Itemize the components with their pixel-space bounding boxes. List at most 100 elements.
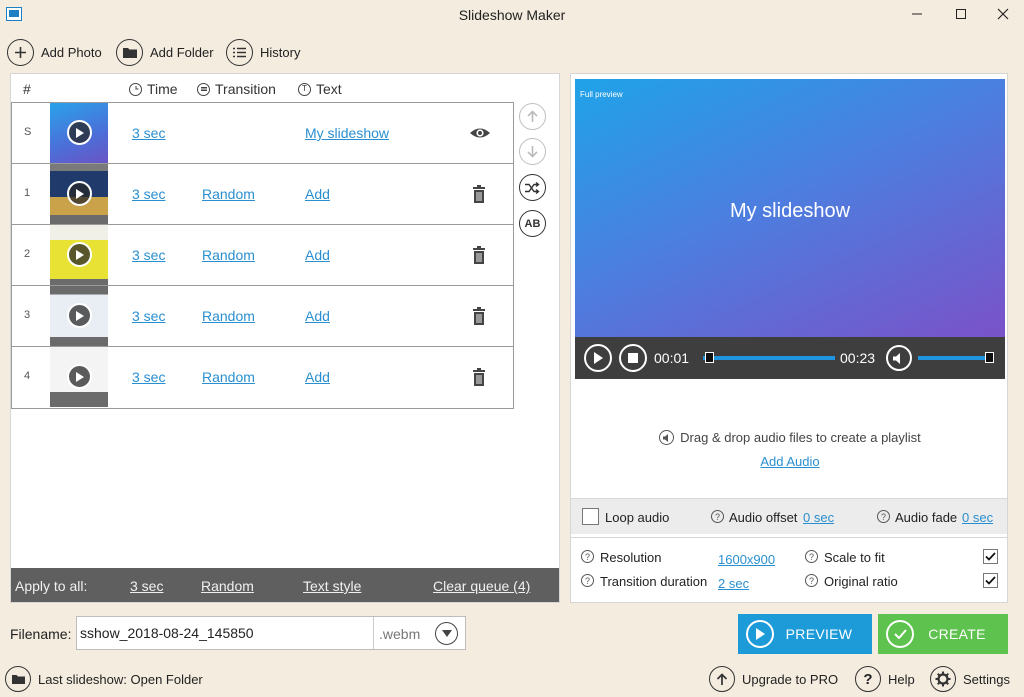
preview-canvas[interactable]: Full preview My slideshow [575, 79, 1005, 337]
speaker-icon [893, 352, 900, 364]
row-text-link[interactable]: Add [305, 369, 330, 385]
row-text-link[interactable]: Add [305, 186, 330, 202]
stop-button[interactable] [619, 344, 647, 372]
history-button[interactable]: History [226, 38, 300, 66]
add-folder-label: Add Folder [150, 44, 214, 60]
add-photo-button[interactable]: Add Photo [7, 38, 102, 66]
extension-dropdown-button[interactable] [435, 622, 458, 645]
filename-input[interactable]: sshow_2018-08-24_145850 [80, 625, 254, 641]
scale-to-fit-checkbox[interactable] [983, 549, 998, 564]
play-icon[interactable] [67, 120, 92, 145]
help-icon[interactable]: ? [711, 510, 724, 523]
eye-icon[interactable] [469, 123, 490, 143]
table-row[interactable]: 4 3 sec Random Add [12, 347, 513, 408]
row-transition-link[interactable]: Random [202, 308, 255, 324]
audio-fade-link[interactable]: 0 sec [962, 510, 993, 525]
apply-text-style-link[interactable]: Text style [303, 578, 361, 594]
add-audio-link[interactable]: Add Audio [575, 454, 1005, 469]
row-text-link[interactable]: My slideshow [305, 125, 389, 141]
play-icon[interactable] [67, 303, 92, 328]
help-icon[interactable]: ? [805, 574, 818, 587]
last-slideshow-link[interactable]: Last slideshow: Open Folder [5, 666, 203, 692]
arrow-up-icon [709, 666, 735, 692]
folder-icon [116, 38, 143, 66]
volume-slider[interactable] [918, 356, 990, 360]
slide-thumbnail[interactable] [50, 164, 108, 224]
slides-table: S 3 sec My slideshow 1 3 sec Random Add [11, 102, 514, 409]
column-text: T Text [298, 81, 342, 97]
help-icon[interactable]: ? [581, 550, 594, 563]
seek-handle[interactable] [704, 352, 714, 363]
shuffle-button[interactable] [519, 174, 546, 201]
volume-handle[interactable] [985, 352, 994, 363]
row-time-link[interactable]: 3 sec [132, 308, 165, 324]
close-button[interactable] [989, 4, 1017, 24]
create-button[interactable]: CREATE [878, 614, 1008, 654]
extension-select[interactable]: .webm [379, 626, 420, 642]
transition-duration-link[interactable]: 2 sec [718, 576, 749, 591]
audio-offset-link[interactable]: 0 sec [803, 510, 834, 525]
column-text-label: Text [316, 81, 342, 97]
help-button[interactable]: ? Help [855, 666, 915, 692]
close-icon [997, 8, 1009, 20]
audio-drop-area[interactable]: Drag & drop audio files to create a play… [575, 384, 1005, 498]
row-transition-link[interactable]: Random [202, 369, 255, 385]
row-text-link[interactable]: Add [305, 247, 330, 263]
help-icon[interactable]: ? [877, 510, 890, 523]
row-time-link[interactable]: 3 sec [132, 247, 165, 263]
trash-icon[interactable] [469, 245, 489, 265]
original-ratio-checkbox[interactable] [983, 573, 998, 588]
slide-thumbnail[interactable] [50, 347, 108, 407]
row-transition-link[interactable]: Random [202, 186, 255, 202]
slide-thumbnail[interactable] [50, 225, 108, 285]
upgrade-button[interactable]: Upgrade to PRO [709, 666, 838, 692]
apply-to-all-bar: Apply to all: 3 sec Random Text style Cl… [11, 568, 559, 602]
clear-queue-link[interactable]: Clear queue (4) [433, 578, 530, 594]
loop-audio-checkbox[interactable] [582, 508, 599, 525]
row-index: 3 [24, 309, 31, 321]
text-style-button[interactable]: AB [519, 210, 546, 237]
row-time-link[interactable]: 3 sec [132, 369, 165, 385]
add-folder-button[interactable]: Add Folder [116, 38, 214, 66]
question-icon: ? [855, 666, 881, 692]
slide-thumbnail[interactable] [50, 103, 108, 163]
row-text-link[interactable]: Add [305, 308, 330, 324]
row-time-link[interactable]: 3 sec [132, 125, 165, 141]
table-row[interactable]: 1 3 sec Random Add [12, 164, 513, 225]
help-icon[interactable]: ? [581, 574, 594, 587]
play-button[interactable] [584, 344, 612, 372]
table-row[interactable]: 3 3 sec Random Add [12, 286, 513, 347]
table-row[interactable]: S 3 sec My slideshow [12, 103, 513, 164]
trash-icon[interactable] [469, 367, 489, 387]
help-icon[interactable]: ? [805, 550, 818, 563]
row-time-link[interactable]: 3 sec [132, 186, 165, 202]
preview-button[interactable]: PREVIEW [738, 614, 872, 654]
column-index: # [23, 81, 31, 97]
resolution-link[interactable]: 1600x900 [718, 552, 775, 567]
play-icon[interactable] [67, 364, 92, 389]
table-row[interactable]: 2 3 sec Random Add [12, 225, 513, 286]
maximize-button[interactable] [947, 4, 975, 24]
play-icon[interactable] [67, 181, 92, 206]
trash-icon[interactable] [469, 184, 489, 204]
apply-time-link[interactable]: 3 sec [130, 578, 163, 594]
minimize-button[interactable] [903, 4, 931, 24]
slide-thumbnail[interactable] [50, 286, 108, 346]
minimize-icon [912, 13, 922, 15]
resolution-label: Resolution [600, 550, 662, 565]
audio-options: Loop audio ? Audio offset 0 sec ? Audio … [571, 498, 1007, 534]
settings-button[interactable]: Settings [930, 666, 1010, 692]
row-transition-link[interactable]: Random [202, 247, 255, 263]
preview-button-label: PREVIEW [785, 626, 853, 642]
move-down-button[interactable] [519, 138, 546, 165]
volume-button[interactable] [886, 345, 912, 371]
move-up-button[interactable] [519, 103, 546, 130]
full-preview-label: Full preview [580, 90, 623, 99]
arrow-up-icon [527, 110, 538, 122]
play-icon[interactable] [67, 242, 92, 267]
trash-icon[interactable] [469, 306, 489, 326]
add-photo-label: Add Photo [41, 44, 102, 60]
last-slideshow-label: Last slideshow: Open Folder [38, 671, 203, 687]
seek-bar[interactable] [703, 356, 835, 360]
apply-transition-link[interactable]: Random [201, 578, 254, 594]
